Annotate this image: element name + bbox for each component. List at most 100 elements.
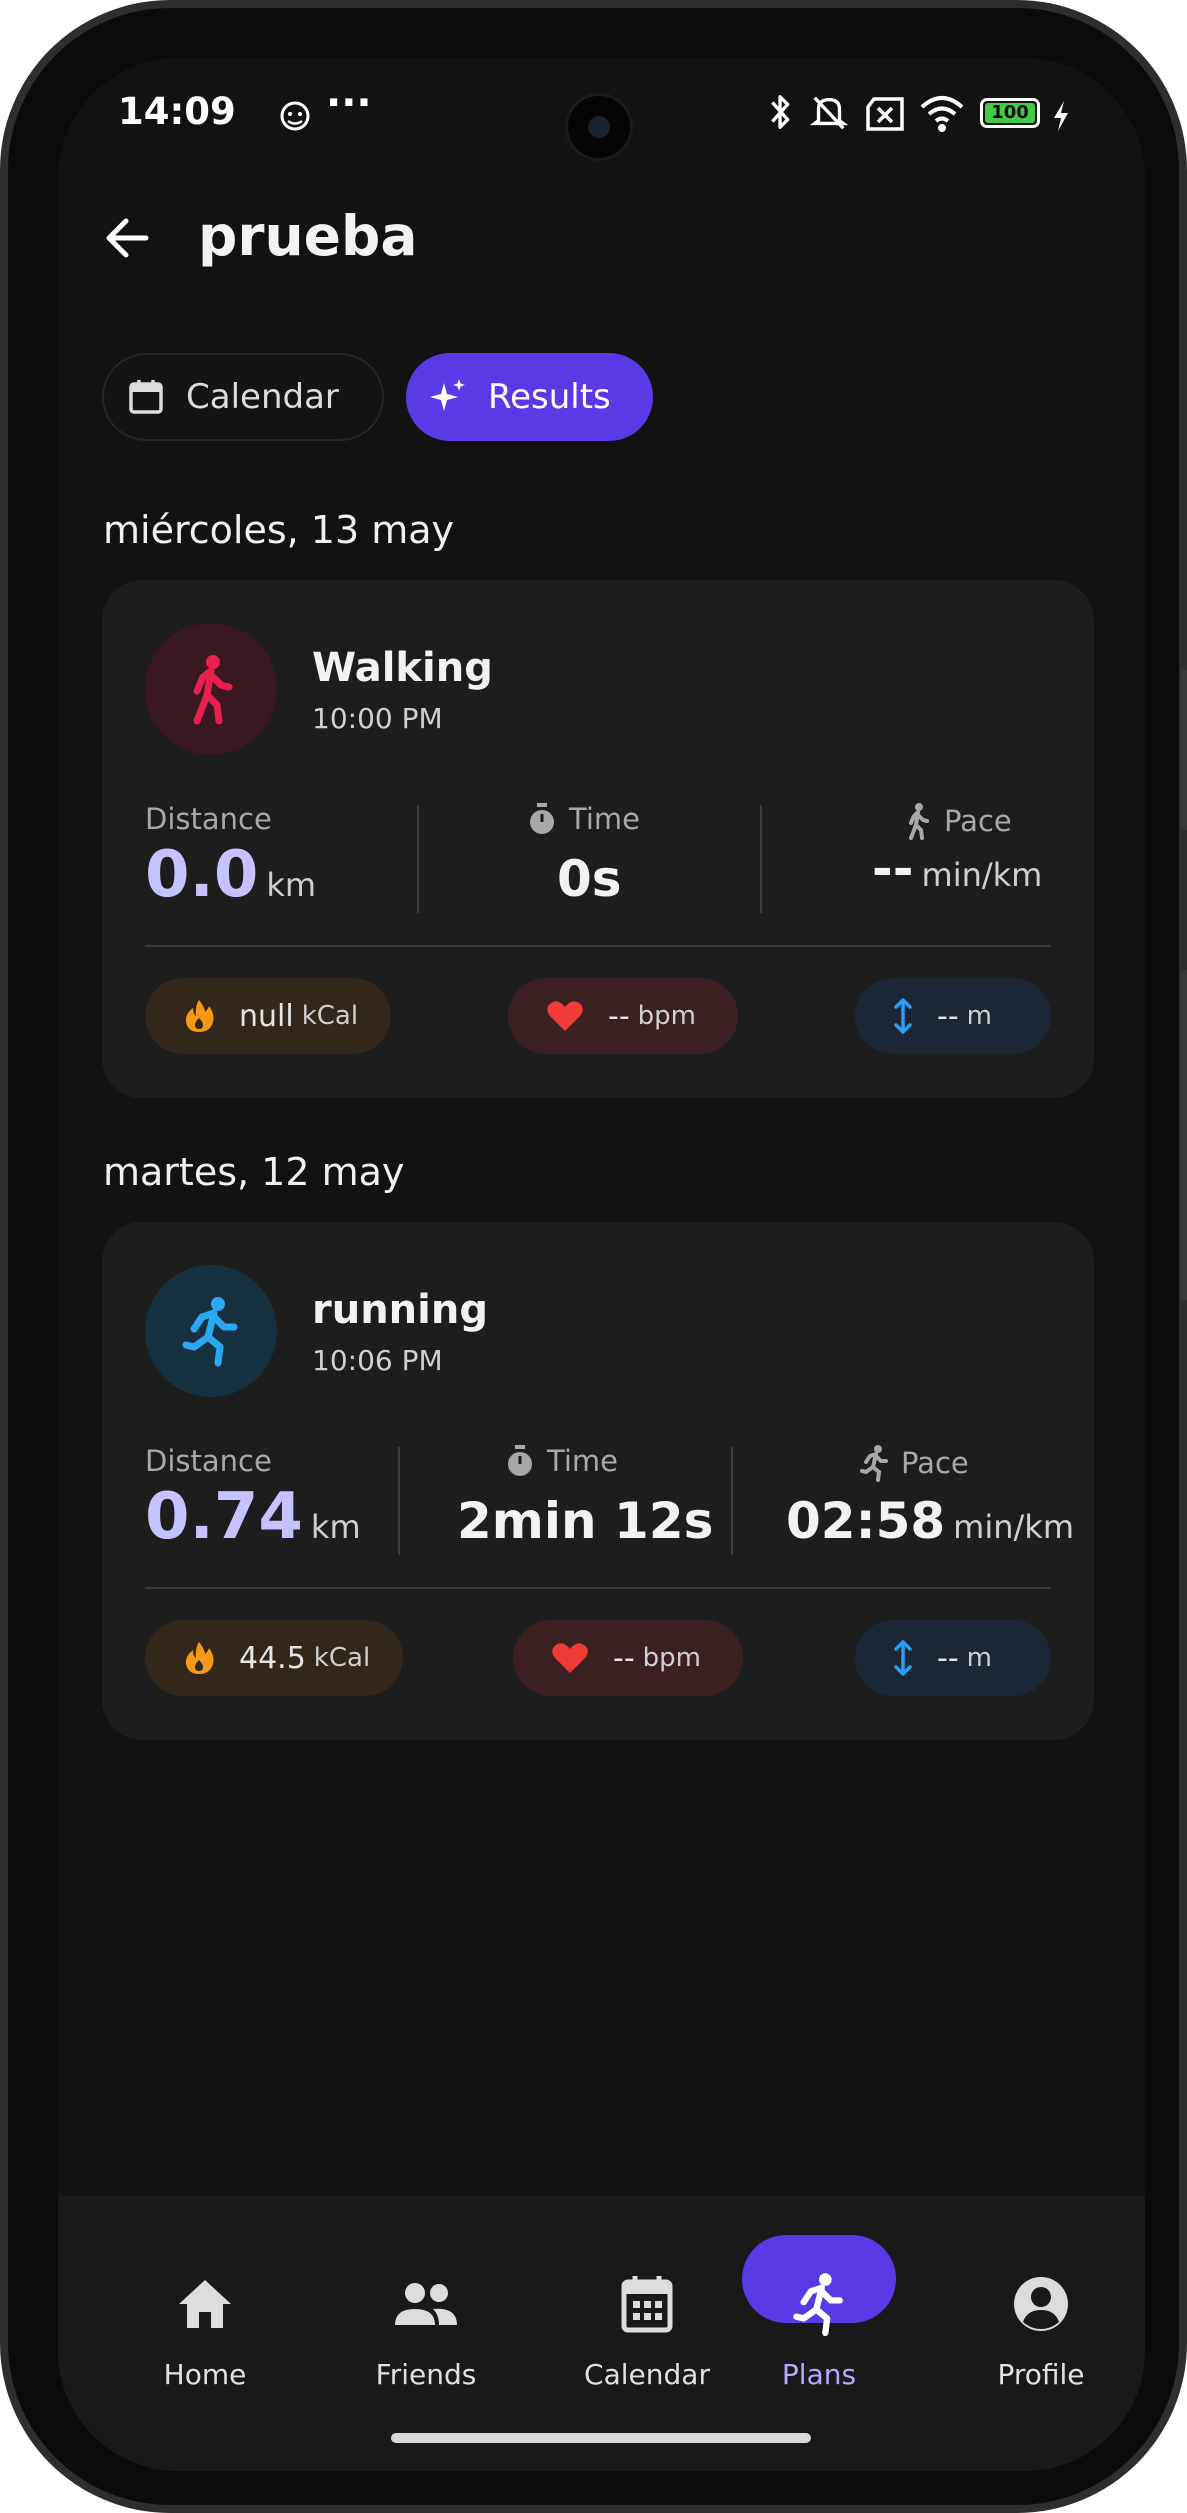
heart-rate-pill: -- bpm	[513, 1620, 743, 1696]
pace-label-text: Pace	[901, 1446, 969, 1480]
pace-number: --	[872, 840, 914, 898]
nav-item-profile[interactable]: Profile	[951, 2268, 1131, 2391]
stat-divider	[760, 805, 762, 913]
battery-level: 100	[985, 103, 1035, 123]
vertical-arrows-icon	[894, 1640, 912, 1676]
volume-button	[1181, 670, 1187, 830]
pace-unit: min/km	[953, 1508, 1074, 1546]
calories-unit: kCal	[301, 1001, 359, 1031]
power-button	[1181, 970, 1187, 1300]
activity-time: 10:06 PM	[312, 1344, 443, 1377]
date-header: miércoles, 13 may	[103, 508, 454, 552]
calories-pill: null kCal	[145, 978, 391, 1054]
pace-label-text: Pace	[944, 804, 1012, 838]
distance-value: 0.74 km	[145, 1480, 361, 1554]
pace-running-icon	[860, 1445, 888, 1482]
stat-divider	[417, 805, 419, 913]
time-value: 2min 12s	[457, 1492, 714, 1550]
running-icon	[793, 2273, 843, 2337]
stat-divider	[731, 1447, 733, 1555]
time-label-text: Time	[569, 802, 640, 836]
calendar-icon	[129, 380, 163, 414]
heart-rate-pill: -- bpm	[508, 978, 738, 1054]
activity-card-running[interactable]: running 10:06 PM Distance 0.74 km Time 2m…	[102, 1222, 1094, 1740]
stat-divider	[398, 1447, 400, 1555]
stopwatch-icon	[508, 1445, 532, 1476]
app-notification-icon	[280, 101, 310, 131]
stopwatch-icon	[530, 803, 554, 834]
no-sim-icon	[866, 97, 904, 131]
bluetooth-icon	[771, 95, 790, 129]
calories-value: 44.5	[239, 1640, 306, 1676]
tab-results[interactable]: Results	[406, 353, 653, 441]
nav-label: Friends	[375, 2358, 477, 2391]
card-divider	[145, 945, 1051, 947]
front-camera	[568, 96, 630, 158]
time-label: Time	[505, 1444, 618, 1478]
home-icon	[179, 2280, 231, 2328]
activity-time: 10:00 PM	[312, 702, 443, 735]
more-notifications-icon: ···	[326, 80, 372, 126]
date-header: martes, 12 may	[103, 1150, 405, 1194]
nav-item-calendar[interactable]: Calendar	[557, 2268, 737, 2391]
pace-value: 02:58 min/km	[786, 1492, 1074, 1550]
elevation-unit: m	[966, 1643, 992, 1673]
back-arrow-icon[interactable]	[98, 208, 158, 268]
time-value: 0s	[557, 850, 622, 908]
flame-icon	[185, 1642, 214, 1674]
distance-number: 0.74	[145, 1480, 303, 1554]
elevation-pill: -- m	[855, 1620, 1051, 1696]
calories-pill: 44.5 kCal	[145, 1620, 403, 1696]
nav-item-home[interactable]: Home	[115, 2268, 295, 2391]
phone-bezel: 14:09 ··· 100 prueba Calendar Results mi…	[8, 8, 1179, 2505]
nav-item-friends[interactable]: Friends	[336, 2268, 516, 2391]
walking-icon	[193, 655, 233, 725]
distance-label: Distance	[145, 1444, 272, 1478]
elevation-value: --	[937, 998, 959, 1034]
pace-value: -- min/km	[872, 840, 1042, 898]
nav-item-plans[interactable]: Plans	[729, 2268, 909, 2391]
heart-rate-unit: bpm	[642, 1643, 701, 1673]
elevation-unit: m	[966, 1001, 992, 1031]
page-title: prueba	[198, 204, 418, 268]
heart-rate-unit: bpm	[637, 1001, 696, 1031]
activity-card-walking[interactable]: Walking 10:00 PM Distance 0.0km Time 0s	[102, 580, 1094, 1098]
distance-value: 0.0 km	[145, 838, 316, 912]
battery-icon: 100	[980, 98, 1040, 128]
distance-label: Distance	[145, 802, 272, 836]
pace-label: Pace	[902, 802, 1012, 840]
activity-avatar	[145, 623, 277, 755]
nav-label: Calendar	[584, 2358, 710, 2391]
activity-name: Walking	[312, 645, 493, 691]
activity-name: running	[312, 1287, 488, 1333]
heart-icon	[547, 1001, 583, 1031]
screen: 14:09 ··· 100 prueba Calendar Results mi…	[58, 58, 1145, 2471]
activity-avatar	[145, 1265, 277, 1397]
running-icon	[182, 1297, 238, 1367]
time-label-text: Time	[547, 1444, 618, 1478]
tab-results-label: Results	[488, 377, 611, 417]
elevation-value: --	[937, 1640, 959, 1676]
distance-number: 0.0	[145, 838, 259, 912]
heart-rate-value: --	[613, 1640, 635, 1676]
pace-walking-icon	[909, 803, 929, 840]
heart-rate-value: --	[608, 998, 630, 1034]
time-label: Time	[527, 802, 640, 836]
friends-icon	[395, 2283, 457, 2325]
distance-unit: km	[310, 1508, 361, 1546]
calories-unit: kCal	[313, 1643, 371, 1673]
calendar-icon	[621, 2276, 673, 2333]
nav-label: Profile	[997, 2358, 1085, 2391]
flame-icon	[185, 1000, 214, 1032]
status-time: 14:09	[118, 90, 236, 133]
pace-unit: min/km	[921, 856, 1043, 894]
home-indicator[interactable]	[391, 2433, 811, 2443]
tab-calendar[interactable]: Calendar	[102, 353, 384, 441]
charging-icon	[1054, 101, 1068, 131]
phone-frame: 14:09 ··· 100 prueba Calendar Results mi…	[0, 0, 1187, 2513]
pace-number: 02:58	[786, 1492, 946, 1550]
pace-label: Pace	[859, 1444, 969, 1482]
heart-icon	[552, 1643, 588, 1673]
nav-label: Plans	[781, 2358, 857, 2391]
distance-unit: km	[266, 866, 317, 904]
